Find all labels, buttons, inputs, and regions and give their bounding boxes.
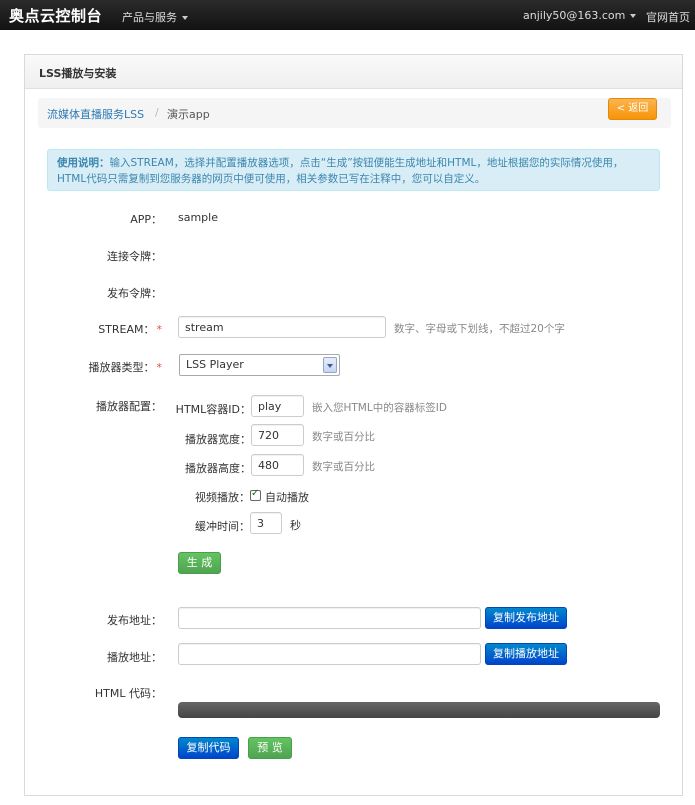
panel-title: LSS播放与安装 <box>39 67 117 80</box>
products-menu-label: 产品与服务 <box>122 11 177 24</box>
player-config-label: 播放器配置： <box>96 400 162 413</box>
player-width-hint: 数字或百分比 <box>312 431 375 443</box>
play-address-input[interactable] <box>178 643 481 665</box>
player-height-input[interactable] <box>251 454 304 476</box>
breadcrumb-parent-link[interactable]: 流媒体直播服务LSS <box>47 106 144 122</box>
app-label: APP： <box>130 213 162 226</box>
required-mark: * <box>156 361 163 374</box>
stream-label-text: STREAM： <box>98 323 155 336</box>
products-menu[interactable]: 产品与服务 <box>122 9 188 25</box>
preview-button[interactable]: 预 览 <box>248 737 292 759</box>
player-height-label: 播放器高度： <box>185 462 251 475</box>
player-type-label: 播放器类型： * <box>22 359 163 375</box>
alert-lead: 使用说明： <box>57 157 110 169</box>
player-type-label-text: 播放器类型： <box>88 361 155 374</box>
container-id-label: HTML容器ID： <box>175 403 251 416</box>
breadcrumb: 流媒体直播服务LSS / 演示app <box>38 98 671 128</box>
required-mark: * <box>156 323 163 336</box>
top-nav: 奥点云控制台 产品与服务 anjily50@163.com 官网首页 <box>0 0 695 30</box>
player-width-input[interactable] <box>251 424 304 446</box>
brand-logo[interactable]: 奥点云控制台 <box>9 5 102 26</box>
chevron-down-icon[interactable] <box>323 357 337 373</box>
play-address-label: 播放地址： <box>107 651 162 664</box>
stream-label: STREAM： * <box>22 321 162 337</box>
stream-input[interactable] <box>178 316 386 338</box>
copy-code-button[interactable]: 复制代码 <box>178 737 239 759</box>
player-width-label: 播放器宽度： <box>185 433 251 446</box>
home-link[interactable]: 官网首页 <box>646 9 690 25</box>
breadcrumb-separator: / <box>155 106 159 119</box>
app-value: sample <box>178 211 218 224</box>
connect-token-label: 连接令牌： <box>107 250 162 263</box>
copy-publish-address-button[interactable]: 复制发布地址 <box>485 607 567 629</box>
user-email: anjily50@163.com <box>523 9 626 22</box>
main-panel: LSS播放与安装 流媒体直播服务LSS / 演示app < 返回 使用说明：输入… <box>24 54 683 796</box>
usage-alert: 使用说明：输入STREAM，选择并配置播放器选项，点击“生成”按钮便能生成地址和… <box>47 149 660 191</box>
player-type-select[interactable]: LSS Player <box>179 354 340 376</box>
buffer-time-label: 缓冲时间： <box>195 520 250 533</box>
chevron-down-icon <box>630 14 637 18</box>
publish-address-input[interactable] <box>178 607 481 629</box>
back-button[interactable]: < 返回 <box>608 98 657 120</box>
buffer-time-input[interactable] <box>250 512 282 534</box>
stream-hint: 数字、字母或下划线，不超过20个字 <box>394 323 565 335</box>
panel-header: LSS播放与安装 <box>25 55 682 89</box>
html-code-label: HTML 代码： <box>94 687 162 700</box>
alert-text: 输入STREAM，选择并配置播放器选项，点击“生成”按钮便能生成地址和HTML，… <box>57 157 624 185</box>
breadcrumb-current: 演示app <box>167 108 210 121</box>
buffer-time-unit: 秒 <box>290 519 301 532</box>
html-code-area[interactable] <box>178 702 660 718</box>
container-id-input[interactable] <box>251 395 304 417</box>
player-height-hint: 数字或百分比 <box>312 461 375 473</box>
publish-address-label: 发布地址： <box>107 614 162 627</box>
generate-button[interactable]: 生 成 <box>178 552 221 574</box>
container-id-hint: 嵌入您HTML中的容器标签ID <box>312 402 447 414</box>
video-play-label: 视频播放： <box>195 491 250 504</box>
autoplay-checkbox[interactable] <box>250 488 261 501</box>
user-menu[interactable]: anjily50@163.com <box>523 9 637 22</box>
publish-token-label: 发布令牌： <box>107 287 162 300</box>
copy-play-address-button[interactable]: 复制播放地址 <box>485 643 567 665</box>
autoplay-label: 自动播放 <box>265 491 309 504</box>
chevron-down-icon <box>182 16 188 20</box>
